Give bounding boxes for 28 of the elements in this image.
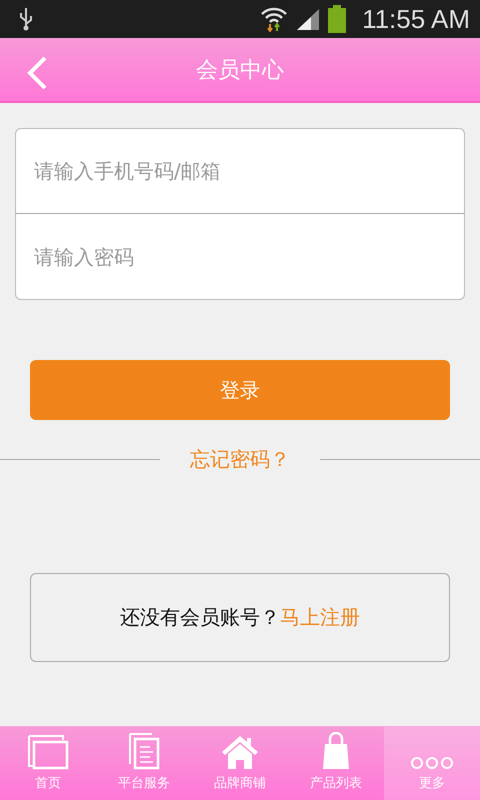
house-icon	[221, 734, 259, 770]
nav-tab-label: 品牌商铺	[214, 775, 266, 792]
nav-tab-label: 平台服务	[118, 775, 170, 792]
shopping-bag-icon	[322, 732, 350, 770]
back-icon[interactable]	[26, 56, 48, 90]
register-link[interactable]: 马上注册	[280, 604, 360, 631]
battery-icon	[328, 5, 346, 33]
password-field[interactable]: 请输入密码	[15, 214, 465, 300]
windows-icon	[27, 734, 69, 770]
nav-tab-label: 产品列表	[310, 775, 362, 792]
more-icon	[410, 756, 454, 770]
signal-icon	[296, 7, 320, 31]
nav-tab-label: 首页	[35, 775, 61, 792]
wifi-icon	[260, 6, 288, 32]
nav-tab-label: 更多	[419, 775, 445, 792]
register-prompt: 还没有会员账号？	[120, 604, 280, 631]
phone-field[interactable]: 请输入手机号码/邮箱	[15, 128, 465, 214]
nav-tab[interactable]: 更多	[384, 727, 480, 800]
usb-icon	[18, 7, 34, 31]
nav-tab[interactable]: 品牌商铺	[192, 727, 288, 800]
page-title: 会员中心	[196, 56, 284, 84]
status-time: 11:55 AM	[362, 4, 470, 34]
nav-tab[interactable]: 首页	[0, 727, 96, 800]
login-button[interactable]: 登录	[30, 360, 450, 420]
nav-tab[interactable]: 平台服务	[96, 727, 192, 800]
forgot-password-link[interactable]: 忘记密码？	[160, 446, 320, 473]
document-icon	[128, 732, 160, 770]
nav-tab[interactable]: 产品列表	[288, 727, 384, 800]
